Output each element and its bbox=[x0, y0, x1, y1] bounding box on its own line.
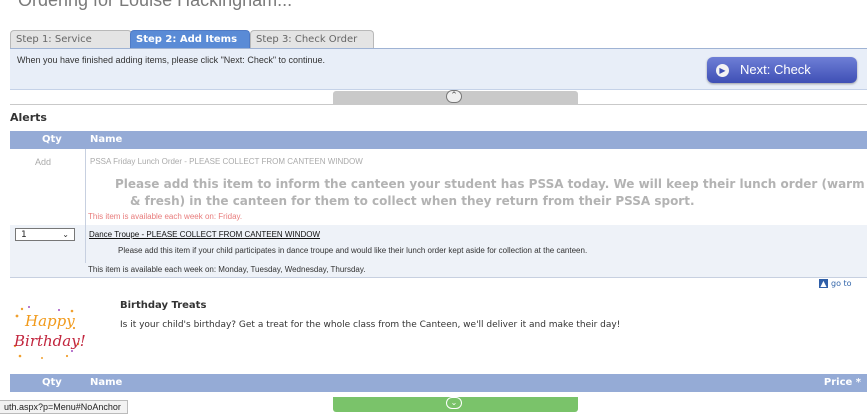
logo-birthday: Birthday! bbox=[13, 332, 86, 350]
item-name-pssa[interactable]: PSSA Friday Lunch Order - PLEASE COLLECT… bbox=[90, 157, 363, 166]
instruction-text: When you have finished adding items, ple… bbox=[17, 55, 326, 65]
chevron-down-icon: ⌄ bbox=[446, 397, 462, 409]
birthday-table-header: Qty Name Price * bbox=[10, 374, 867, 392]
expand-toggle[interactable]: ⌄ bbox=[333, 397, 578, 412]
logo-happy: Happy bbox=[24, 312, 75, 330]
item-availability-pssa: This item is available each week on: Fri… bbox=[88, 212, 243, 221]
go-to-link[interactable]: ▲ go to bbox=[819, 279, 852, 288]
qty-column-header: Qty bbox=[42, 134, 62, 145]
alerts-table-header: Qty Name bbox=[10, 131, 867, 149]
item-description-line-1: Please add this item to inform the cante… bbox=[115, 177, 865, 191]
qty-column-header: Qty bbox=[42, 377, 62, 388]
qty-select-value: 1 bbox=[21, 230, 27, 240]
arrow-up-icon: ▲ bbox=[819, 279, 828, 288]
tab-step-3-check-order[interactable]: Step 3: Check Order bbox=[250, 30, 374, 48]
item-description-line-2: & fresh) in the canteen for them to coll… bbox=[130, 194, 695, 208]
name-column-header: Name bbox=[90, 377, 123, 388]
alerts-title: Alerts bbox=[10, 111, 47, 124]
chevron-right-icon: ▶ bbox=[716, 64, 729, 77]
tab-step-2-add-items[interactable]: Step 2: Add Items bbox=[130, 30, 250, 48]
divider bbox=[10, 104, 867, 105]
next-check-button[interactable]: ▶ Next: Check bbox=[707, 57, 857, 83]
go-to-label: go to bbox=[831, 279, 852, 288]
page-title: Ordering for Louise Hackingham... bbox=[18, 0, 293, 10]
happy-birthday-logo: Happy Birthday! bbox=[13, 306, 86, 359]
chevron-down-icon: ⌄ bbox=[62, 230, 69, 239]
next-check-label: Next: Check bbox=[740, 62, 811, 77]
qty-select[interactable]: 1 ⌄ bbox=[15, 228, 75, 241]
birthday-treats-title: Birthday Treats bbox=[120, 300, 207, 311]
tab-step-1-service[interactable]: Step 1: Service bbox=[10, 30, 132, 48]
item-availability-dance-troupe: This item is available each week on: Mon… bbox=[88, 265, 366, 274]
item-description-dance-troupe: Please add this item if your child parti… bbox=[118, 246, 588, 255]
price-column-header: Price * bbox=[823, 377, 861, 388]
name-column-header: Name bbox=[90, 134, 123, 145]
collapse-toggle[interactable]: ⌃ bbox=[333, 90, 578, 104]
item-name-dance-troupe[interactable]: Dance Troupe - PLEASE COLLECT FROM CANTE… bbox=[89, 230, 320, 239]
chevron-up-icon: ⌃ bbox=[446, 90, 462, 103]
birthday-treats-description: Is it your child's birthday? Get a treat… bbox=[120, 320, 621, 330]
add-link[interactable]: Add bbox=[35, 157, 51, 167]
